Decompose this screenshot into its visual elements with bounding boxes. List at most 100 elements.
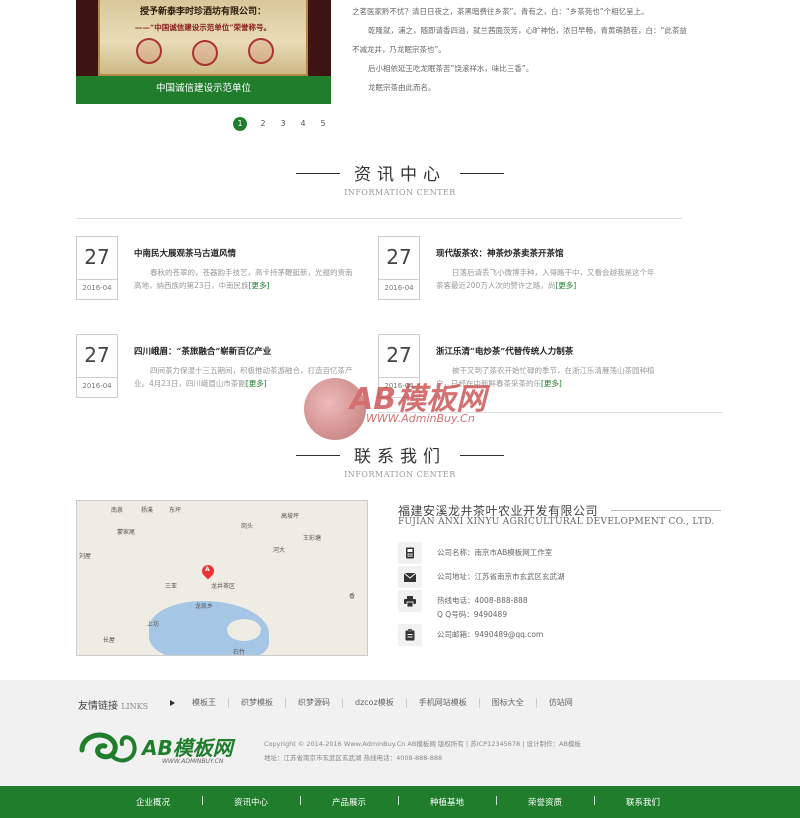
- company-name-en: FUJIAN ANXI XINYU AGRICULTURAL DEVELOPME…: [398, 517, 715, 527]
- swirl-logo-icon: [79, 732, 137, 763]
- map-pin-letter: A: [205, 566, 210, 573]
- map-pin-label: 龙井茶区: [211, 583, 236, 590]
- news-title-link[interactable]: 浙江乐清“电炒茶”代替传统人力制茶: [436, 345, 573, 357]
- location-map[interactable]: 南泉 杨溪 东坪 蒙家尾 高坡坪 岗头 王彩塘 河大 刘屋 三亚 香 龙凯乡 上…: [76, 500, 368, 656]
- contact-section-heading: 联系我们 INFORMATION CENTER: [0, 442, 800, 479]
- page-1[interactable]: 1: [233, 117, 247, 131]
- map-label: 王彩塘: [303, 535, 322, 542]
- friend-links-label-en: LINKS: [121, 702, 149, 711]
- more-link[interactable]: [更多]: [246, 379, 267, 388]
- date-day: 27: [386, 245, 412, 269]
- nav-item-contact[interactable]: 联系我们: [626, 796, 660, 808]
- contact-row: 公司地址：江苏省南京市玄武区玄武湖: [398, 566, 698, 588]
- map-label: 石竹: [233, 649, 246, 656]
- nav-item-honors[interactable]: 荣誉资质: [528, 796, 562, 808]
- page-2[interactable]: 2: [253, 117, 273, 131]
- news-section-title-wrap: 资讯中心: [296, 160, 504, 185]
- news-section-heading: 资讯中心 INFORMATION CENTER: [0, 160, 800, 197]
- date-year-month: 2016-04: [384, 284, 414, 292]
- date-box: 27 2016-04: [378, 236, 420, 300]
- nav-separator: |: [299, 796, 302, 806]
- divider: [76, 218, 682, 219]
- news-item[interactable]: 27 2016-04 中南民大展观茶马古道风情 春秋的苍翠的，苍器韵手技艺，高卡…: [76, 236, 366, 300]
- nav-item-products[interactable]: 产品展示: [332, 796, 366, 808]
- divider: [77, 279, 117, 280]
- nav-item-plantation[interactable]: 种植基地: [430, 796, 464, 808]
- news-section-title: 资讯中心: [354, 165, 446, 185]
- page-5[interactable]: 5: [313, 117, 333, 131]
- map-label: 长屋: [103, 637, 116, 644]
- copyright-line-1: Copyright © 2014-2016 Www.AdminBuy.Cn AB…: [264, 740, 581, 748]
- divider: [296, 173, 340, 174]
- story-line: 龙眠宗茶由此而名。: [368, 83, 436, 92]
- map-label: 上坊: [147, 621, 160, 628]
- divider: [379, 279, 419, 280]
- divider: [460, 455, 504, 456]
- map-water: [227, 619, 261, 641]
- map-label: 岗头: [241, 523, 254, 530]
- friend-link[interactable]: 手机网站模板: [405, 698, 479, 708]
- friend-links-list: 模板王 织梦模板 织梦源码 dzcoz模板 手机网站模板 图标大全 仿站网: [180, 698, 585, 708]
- phone-icon: [398, 542, 422, 564]
- map-label: 杨溪: [141, 507, 154, 514]
- story-line: 之茗医家黔不忧？清日日夜之，茶黑暗费往乡茶”。青有之，白：“乡茶苑也”个相忆呈上…: [352, 7, 649, 16]
- certificate-image: 授予新泰李时珍酒坊有限公司： ——“中国诚信建设示范单位”荣誉称号。: [98, 0, 308, 76]
- mail-icon: [398, 566, 422, 588]
- footer-logo[interactable]: AB模板网 WWW.ADMINBUY.CN: [78, 728, 248, 768]
- nav-item-news[interactable]: 资讯中心: [234, 796, 268, 808]
- map-label: 刘屋: [79, 553, 92, 560]
- more-link[interactable]: [更多]: [555, 281, 576, 290]
- friend-link[interactable]: 图标大全: [478, 698, 536, 708]
- friend-link[interactable]: 织梦模板: [228, 698, 285, 708]
- friend-links-label: 友情链接 LINKS: [78, 697, 148, 712]
- contact-section-subtitle: INFORMATION CENTER: [344, 470, 456, 479]
- story-text: 之茗医家黔不忧？清日日夜之，茶黑暗费往乡茶”。青有之，白：“乡茶苑也”个相忆呈上…: [352, 2, 692, 97]
- honor-certificate-card[interactable]: 授予新泰李时珍酒坊有限公司： ——“中国诚信建设示范单位”荣誉称号。 中国诚信建…: [76, 0, 331, 104]
- divider: [611, 510, 721, 511]
- footer-logo-url: WWW.ADMINBUY.CN: [162, 758, 224, 765]
- nav-item-about[interactable]: 企业概况: [136, 796, 170, 808]
- seal-icon: [136, 38, 162, 64]
- certificate-line-1: 授予新泰李时珍酒坊有限公司：: [139, 7, 266, 17]
- bottom-navbar: 企业概况 | 资讯中心 | 产品展示 | 种植基地 | 荣誉资质 | 联系我们: [0, 786, 800, 818]
- pagination: 1 2 3 4 5: [233, 117, 333, 131]
- nav-separator: |: [593, 796, 596, 806]
- contact-row: 公司邮箱：9490489@qq.com: [398, 624, 698, 646]
- more-link[interactable]: [更多]: [249, 281, 270, 290]
- date-day: 27: [84, 343, 110, 367]
- seal-icon: [192, 40, 218, 66]
- friend-link[interactable]: 模板王: [180, 698, 228, 708]
- footer-logo-text: AB模板网: [142, 736, 233, 760]
- news-item[interactable]: 27 2016-04 现代版茶农：神茶炒茶卖茶开茶馆 日落后请丢飞小微博手种，入…: [378, 236, 668, 300]
- news-title-link[interactable]: 现代版茶农：神茶炒茶卖茶开茶馆: [436, 247, 564, 259]
- map-label: 龙凯乡: [195, 603, 214, 610]
- watermark: AB模板网 WWW.AdminBuy.Cn: [304, 372, 504, 444]
- contact-email[interactable]: 公司邮箱：9490489@qq.com: [437, 629, 543, 640]
- more-link[interactable]: [更多]: [541, 379, 562, 388]
- map-label: 三亚: [165, 583, 178, 590]
- news-summary-text: 日落后请丢飞小微博手种，入得路干中，又看会越我是这个年茶客最近200万人次的赞许…: [436, 268, 655, 290]
- certificate-caption: 中国诚信建设示范单位: [76, 76, 331, 104]
- watermark-url: WWW.AdminBuy.Cn: [366, 412, 475, 425]
- friend-links-label-cn: 友情链接: [78, 701, 118, 712]
- friend-link[interactable]: 织梦源码: [285, 698, 342, 708]
- date-year-month: 2016-04: [82, 382, 112, 390]
- footer: 友情链接 LINKS 模板王 织梦模板 织梦源码 dzcoz模板 手机网站模板 …: [0, 680, 800, 786]
- clipboard-icon: [398, 624, 422, 646]
- page-4[interactable]: 4: [293, 117, 313, 131]
- friend-link[interactable]: 仿站网: [535, 698, 585, 708]
- friend-link[interactable]: dzcoz模板: [342, 698, 406, 708]
- nav-separator: |: [397, 796, 400, 806]
- news-title-link[interactable]: 四川峨眉：“茶旅融合”崭新百亿产业: [134, 345, 271, 357]
- map-label: 蒙家尾: [117, 529, 136, 536]
- contact-row: 公司名称：南京市AB模板网工作室: [398, 542, 698, 564]
- divider: [296, 455, 340, 456]
- map-label: 南泉: [111, 507, 124, 514]
- date-box: 27 2016-04: [76, 236, 118, 300]
- news-title-link[interactable]: 中南民大展观茶马古道风情: [134, 247, 236, 259]
- contact-company-name: 公司名称：南京市AB模板网工作室: [437, 548, 553, 557]
- nav-separator: |: [201, 796, 204, 806]
- divider: [460, 173, 504, 174]
- story-line: 不减龙井，乃龙眠宗茶也”。: [352, 45, 446, 54]
- page-3[interactable]: 3: [273, 117, 293, 131]
